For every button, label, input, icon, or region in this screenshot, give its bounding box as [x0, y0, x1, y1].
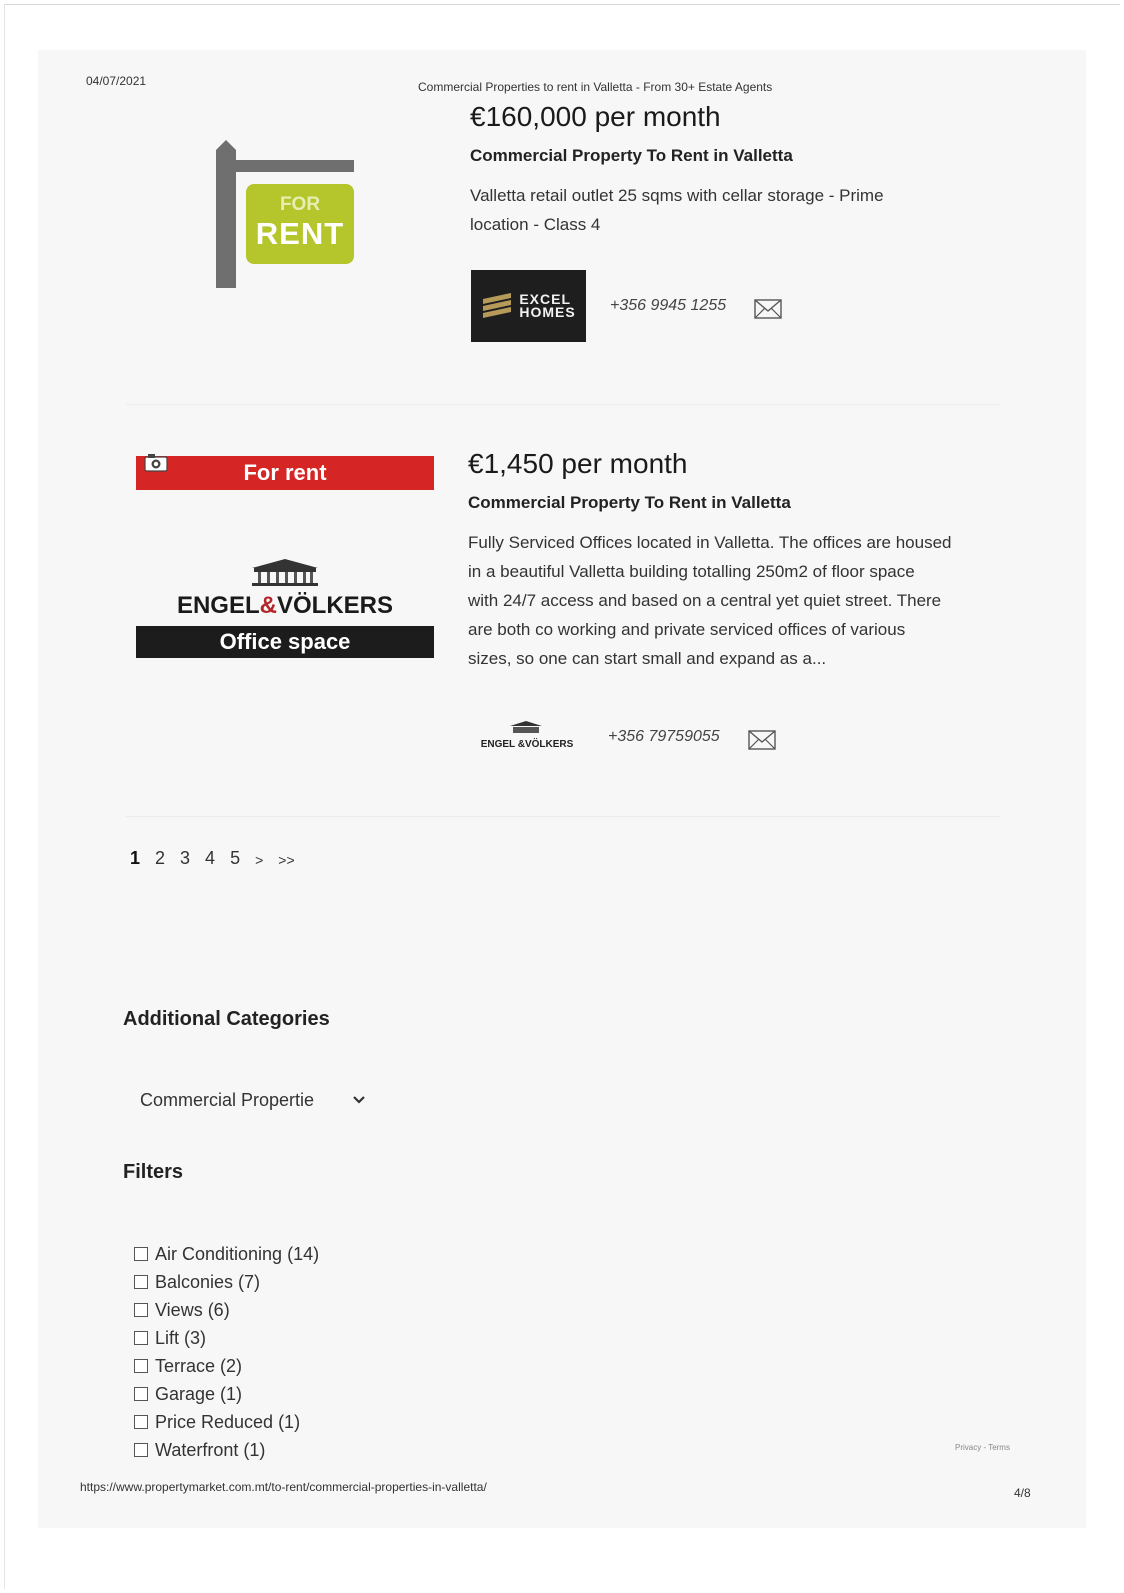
office-space-banner: Office space	[136, 626, 434, 658]
engel-voelkers-building-icon	[252, 559, 318, 586]
description-line: Valletta retail outlet 25 sqms with cell…	[470, 186, 884, 205]
description-line: are both co working and private serviced…	[468, 620, 906, 639]
filters-heading: Filters	[123, 1161, 184, 1183]
sign-for-text: FOR	[279, 194, 321, 215]
listing-1-phone[interactable]: +356 9945 1255	[610, 297, 726, 315]
camera-icon	[144, 454, 168, 472]
filter-balconies[interactable]: Balconies (7)	[134, 1268, 319, 1296]
brand-engel: ENGEL	[176, 592, 260, 619]
description-line: in a beautiful Valletta building totalli…	[468, 562, 915, 581]
filter-lift[interactable]: Lift (3)	[134, 1324, 319, 1352]
additional-categories-heading: Additional Categories	[123, 1008, 330, 1030]
page-link-5[interactable]: 5	[230, 848, 240, 872]
listing-1-price[interactable]: €160,000 per month	[470, 101, 721, 133]
description-line: location - Class 4	[470, 215, 601, 234]
filter-checkbox[interactable]	[134, 1331, 148, 1345]
filter-checkbox[interactable]	[134, 1415, 148, 1429]
page-link-2[interactable]: 2	[155, 848, 165, 872]
page-link-1[interactable]: 1	[130, 848, 140, 872]
filter-air-conditioning[interactable]: Air Conditioning (14)	[134, 1240, 319, 1268]
listing-divider	[126, 816, 1000, 817]
last-page-link[interactable]: >>	[278, 848, 294, 872]
filter-label: Lift (3)	[155, 1327, 207, 1348]
filter-checkbox[interactable]	[134, 1275, 148, 1289]
sign-rent-text: RENT	[255, 216, 345, 251]
envelope-icon[interactable]	[748, 730, 776, 750]
excel-homes-logo[interactable]: EXCEL HOMES	[471, 270, 586, 342]
description-line: with 24/7 access and based on a central …	[468, 591, 942, 610]
brand-ampersand: &	[259, 592, 277, 619]
page-link-4[interactable]: 4	[205, 848, 215, 872]
filter-checkbox[interactable]	[134, 1303, 148, 1317]
filter-label: Price Reduced (1)	[155, 1411, 301, 1432]
filter-checkbox[interactable]	[134, 1247, 148, 1261]
filter-label: Balconies (7)	[155, 1271, 261, 1292]
excel-homes-text: EXCEL HOMES	[519, 292, 576, 320]
print-page-title: Commercial Properties to rent in Vallett…	[418, 80, 773, 94]
chevron-down-icon	[353, 1096, 365, 1104]
filter-label: Terrace (2)	[155, 1355, 243, 1376]
listing-divider	[126, 404, 1000, 405]
category-select[interactable]: Commercial Propertie	[140, 1086, 366, 1114]
category-select-value: Commercial Propertie	[140, 1089, 315, 1110]
page-link-3[interactable]: 3	[180, 848, 190, 872]
filter-checkbox[interactable]	[134, 1359, 148, 1373]
engel-voelkers-logo[interactable]: ENGEL &VÖLKERS	[471, 720, 583, 756]
filter-terrace[interactable]: Terrace (2)	[134, 1352, 319, 1380]
listing-1-image[interactable]: FOR RENT	[126, 104, 446, 340]
engel-voelkers-mini-icon	[510, 721, 542, 733]
brand-voelkers: VÖLKERS	[277, 592, 394, 619]
listing-1-subtitle[interactable]: Commercial Property To Rent in Valletta	[470, 146, 793, 166]
listing-2-subtitle[interactable]: Commercial Property To Rent in Valletta	[468, 493, 791, 513]
excel-homes-mark-icon	[483, 293, 512, 318]
listing-2-phone[interactable]: +356 79759055	[608, 728, 720, 746]
filter-checkbox[interactable]	[134, 1443, 148, 1457]
filter-label: Views (6)	[155, 1299, 230, 1320]
filter-label: Waterfront (1)	[155, 1439, 266, 1460]
excel-homes-line: HOMES	[519, 304, 576, 320]
description-line: sizes, so one can start small and expand…	[468, 649, 827, 668]
listing-2-price[interactable]: €1,450 per month	[468, 448, 688, 480]
filter-views[interactable]: Views (6)	[134, 1296, 319, 1324]
print-date: 04/07/2021	[86, 74, 147, 88]
envelope-icon[interactable]	[754, 299, 782, 319]
description-line: Fully Serviced Offices located in Vallet…	[468, 533, 952, 552]
filter-label: Air Conditioning (14)	[155, 1243, 320, 1264]
for-rent-banner[interactable]: For rent	[136, 456, 434, 490]
listing-2-description: Fully Serviced Offices located in Vallet…	[468, 528, 952, 673]
filter-label: Garage (1)	[155, 1383, 243, 1404]
print-page-number: 4/8	[1014, 1486, 1031, 1500]
print-footer-url: https://www.propertymarket.com.mt/to-ren…	[80, 1480, 487, 1494]
next-page-link[interactable]: >	[255, 848, 263, 872]
recaptcha-terms-text[interactable]: Privacy - Terms	[955, 1443, 1010, 1452]
engel-voelkers-logo-text: ENGEL &VÖLKERS	[480, 739, 574, 750]
listing-1-description: Valletta retail outlet 25 sqms with cell…	[470, 181, 884, 239]
filter-price-reduced[interactable]: Price Reduced (1)	[134, 1408, 319, 1436]
filter-waterfront[interactable]: Waterfront (1)	[134, 1436, 319, 1464]
filter-garage[interactable]: Garage (1)	[134, 1380, 319, 1408]
filter-checkbox[interactable]	[134, 1387, 148, 1401]
engel-voelkers-brand: ENGEL&VÖLKERS	[136, 592, 434, 620]
filter-list: Air Conditioning (14) Balconies (7) View…	[134, 1240, 319, 1464]
pagination: 1 2 3 4 5 > >>	[130, 848, 295, 872]
